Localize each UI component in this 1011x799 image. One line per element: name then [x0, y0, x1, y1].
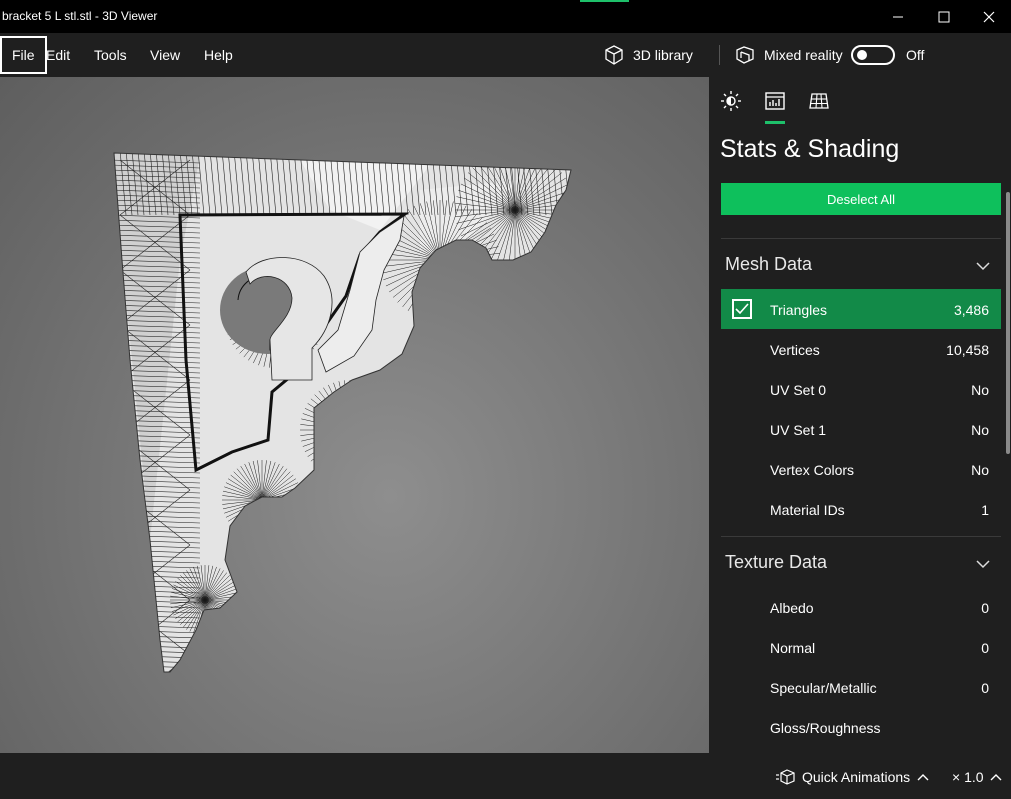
texture-row-albedo[interactable]: Albedo 0 [721, 587, 1001, 627]
panel-scrollbar[interactable] [1006, 192, 1010, 454]
texture-row-normal[interactable]: Normal 0 [721, 627, 1001, 667]
mixed-reality-button[interactable]: Mixed reality [734, 43, 843, 67]
mixed-reality-label: Mixed reality [764, 47, 843, 63]
row-value: 0 [981, 640, 989, 656]
mixed-reality-toggle[interactable] [851, 45, 895, 65]
row-label: Vertices [770, 342, 820, 358]
bottom-bar: Quick Animations × 1.0 [0, 753, 1011, 799]
texture-row-gloss-roughness[interactable]: Gloss/Roughness [721, 707, 1001, 747]
maximize-icon [938, 11, 950, 22]
quick-animations-button[interactable]: Quick Animations [776, 767, 930, 787]
3d-viewport[interactable] [0, 77, 709, 753]
playback-speed[interactable]: × 1.0 [952, 767, 1003, 787]
mesh-data-header[interactable]: Mesh Data [725, 254, 812, 275]
close-icon [983, 11, 995, 22]
minimize-button[interactable] [875, 0, 921, 33]
menu-help[interactable]: Help [194, 36, 243, 74]
toggle-state-label: Off [906, 47, 925, 63]
row-value: No [971, 382, 989, 398]
chevron-up-icon [917, 774, 929, 781]
lighting-icon [721, 91, 741, 111]
menu-tools[interactable]: Tools [84, 36, 137, 74]
mesh-row-triangles[interactable]: Triangles 3,486 [721, 289, 1001, 329]
mixed-reality-icon [736, 46, 754, 64]
texture-row-specular-metallic[interactable]: Specular/Metallic 0 [721, 667, 1001, 707]
row-label: UV Set 0 [770, 382, 827, 398]
panel-title: Stats & Shading [720, 135, 900, 163]
row-value: 10,458 [946, 342, 989, 358]
texture-data-header[interactable]: Texture Data [725, 552, 827, 573]
chevron-up-icon [990, 774, 1002, 781]
row-label: Gloss/Roughness [770, 720, 881, 736]
bracket-model[interactable] [0, 77, 709, 753]
divider [721, 238, 1001, 239]
toggle-knob [857, 50, 867, 60]
divider [721, 536, 1001, 537]
row-value: 0 [981, 600, 989, 616]
cube-icon [605, 45, 623, 65]
close-button[interactable] [966, 0, 1011, 33]
minimize-icon [893, 16, 903, 17]
row-label: UV Set 1 [770, 422, 827, 438]
active-tab-indicator [765, 121, 785, 124]
chevron-down-icon[interactable] [975, 556, 991, 572]
row-value: 3,486 [953, 302, 989, 318]
menu-edit[interactable]: Edit [36, 36, 80, 74]
row-label: Material IDs [770, 502, 845, 518]
maximize-button[interactable] [921, 0, 967, 33]
grid-tab[interactable] [805, 87, 833, 115]
menu-bar: File Edit Tools View Help 3D library Mix… [0, 33, 1011, 77]
row-value: 1 [981, 502, 989, 518]
title-accent [580, 0, 629, 2]
row-label: Normal [770, 640, 816, 656]
menu-view[interactable]: View [140, 36, 190, 74]
stats-icon [765, 92, 785, 110]
check-icon [735, 303, 749, 315]
mesh-row-material-ids[interactable]: Material IDs 1 [721, 489, 1001, 529]
row-label: Specular/Metallic [770, 680, 877, 696]
row-value: No [971, 462, 989, 478]
3d-library-label: 3D library [633, 47, 693, 63]
grid-icon [809, 93, 829, 109]
checkbox[interactable] [732, 299, 752, 319]
lighting-tab[interactable] [717, 87, 745, 115]
row-label: Triangles [770, 302, 828, 318]
speed-label: × 1.0 [952, 769, 984, 785]
mesh-row-vertices[interactable]: Vertices 10,458 [721, 329, 1001, 369]
row-value: 0 [981, 680, 989, 696]
mesh-row-vertex-colors[interactable]: Vertex Colors No [721, 449, 1001, 489]
quick-animations-label: Quick Animations [802, 769, 911, 785]
row-label: Albedo [770, 600, 814, 616]
chevron-down-icon[interactable] [975, 258, 991, 274]
mesh-row-uv-set-0[interactable]: UV Set 0 No [721, 369, 1001, 409]
menu-separator [719, 45, 720, 65]
title-bar: bracket 5 L stl.stl - 3D Viewer [0, 0, 1011, 33]
animation-icon [776, 769, 795, 785]
deselect-all-button[interactable]: Deselect All [721, 183, 1001, 215]
window-title: bracket 5 L stl.stl - 3D Viewer [2, 9, 158, 23]
3d-library-button[interactable]: 3D library [603, 43, 693, 67]
mesh-row-uv-set-1[interactable]: UV Set 1 No [721, 409, 1001, 449]
stats-tab[interactable] [761, 87, 789, 115]
stats-panel: Stats & Shading Deselect All Mesh Data T… [709, 77, 1011, 753]
row-value: No [971, 422, 989, 438]
row-label: Vertex Colors [770, 462, 855, 478]
